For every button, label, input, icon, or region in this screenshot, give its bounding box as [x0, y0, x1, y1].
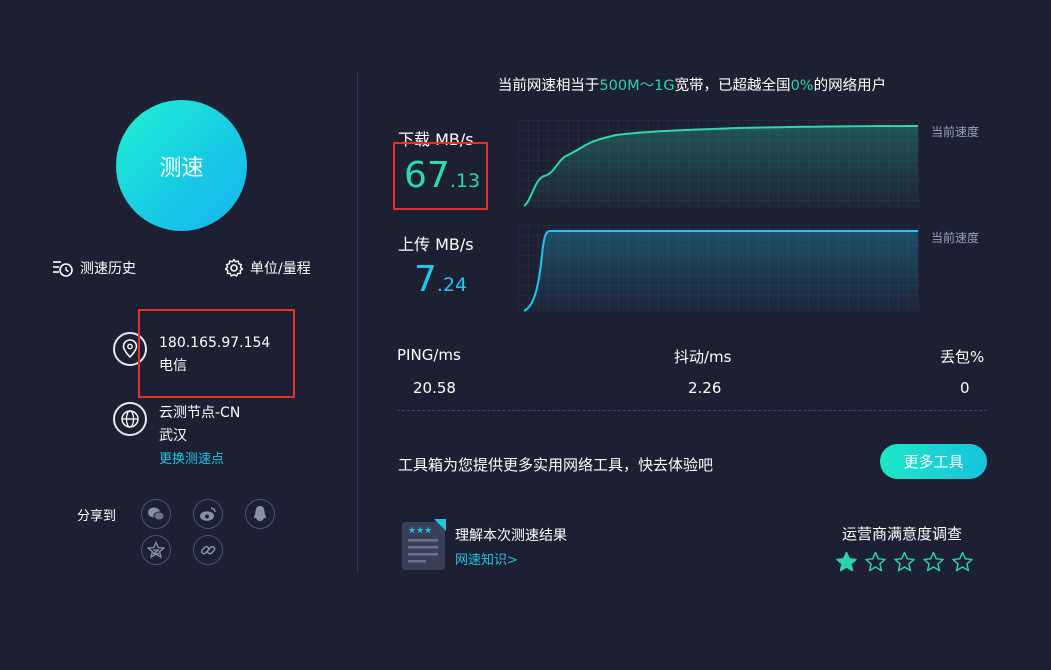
qzone-icon[interactable] — [141, 535, 171, 565]
speed-test-page: 测速 测速历史 单位/量程 180.165.97.154 电信 云测节点-CN … — [0, 0, 1051, 670]
units-link[interactable]: 单位/量程 — [224, 258, 311, 278]
link-icon[interactable] — [193, 535, 223, 565]
history-icon — [53, 261, 73, 277]
node-city: 武汉 — [159, 428, 187, 444]
history-link[interactable]: 测速历史 — [52, 258, 136, 278]
jitter-value: 2.26 — [688, 379, 722, 397]
start-test-button[interactable]: 测速 — [116, 100, 247, 231]
upload-label: 上传 MB/s — [398, 235, 474, 254]
summary-prefix: 当前网速相当于 — [497, 78, 600, 94]
tools-promo-text: 工具箱为您提供更多实用网络工具，快去体验吧 — [398, 456, 714, 474]
ip-highlight-box — [138, 309, 295, 398]
speed-summary: 当前网速相当于500M～1G宽带，已超越全国0%的网络用户 — [397, 74, 987, 95]
rating-stars[interactable] — [835, 551, 974, 573]
wechat-icon[interactable] — [141, 499, 171, 529]
vertical-divider — [357, 72, 358, 572]
gear-icon — [224, 258, 244, 277]
loss-value: 0 — [960, 379, 970, 397]
star-icon-1[interactable] — [835, 551, 858, 573]
upload-int: 7 — [414, 259, 437, 300]
ping-value: 20.58 — [413, 379, 456, 397]
summary-middle: 宽带，已超越全国 — [674, 78, 791, 94]
upload-dec: .24 — [436, 274, 468, 296]
qq-icon[interactable] — [245, 499, 275, 529]
change-node-link[interactable]: 更换测速点 — [159, 448, 240, 471]
star-icon-5[interactable] — [951, 551, 974, 573]
share-label: 分享到 — [77, 509, 117, 524]
star-icon-4[interactable] — [922, 551, 945, 573]
upload-chart-tag: 当前速度 — [931, 231, 980, 245]
ping-label: PING/ms — [397, 346, 461, 364]
download-chart-tag: 当前速度 — [931, 125, 980, 139]
star-icon-3[interactable] — [893, 551, 916, 573]
loss-label: 丢包% — [940, 348, 985, 366]
summary-bandwidth: 500M～1G — [599, 78, 675, 94]
knowledge-title: 理解本次测速结果 — [455, 528, 567, 544]
summary-percent: 0% — [790, 78, 814, 94]
more-tools-button[interactable]: 更多工具 — [880, 444, 987, 479]
globe-icon — [113, 402, 147, 436]
star-icon-2[interactable] — [864, 551, 887, 573]
summary-suffix: 的网络用户 — [813, 78, 887, 94]
speed-knowledge-link[interactable]: 网速知识> — [455, 549, 518, 568]
report-document-icon: ★★★ — [402, 519, 446, 570]
node-info: 云测节点-CN 武汉 更换测速点 — [113, 402, 240, 471]
survey-title: 运营商满意度调查 — [842, 525, 963, 543]
download-chart — [518, 120, 920, 208]
download-highlight-box — [393, 142, 488, 210]
weibo-icon[interactable] — [193, 499, 223, 529]
history-label: 测速历史 — [80, 261, 136, 277]
units-label: 单位/量程 — [250, 261, 311, 277]
node-name: 云测节点-CN — [159, 405, 241, 421]
jitter-label: 抖动/ms — [674, 348, 732, 366]
upload-chart — [518, 225, 920, 313]
svg-text:★★★: ★★★ — [408, 526, 432, 536]
stats-divider — [397, 410, 987, 411]
upload-value: 7.24 — [414, 260, 467, 305]
